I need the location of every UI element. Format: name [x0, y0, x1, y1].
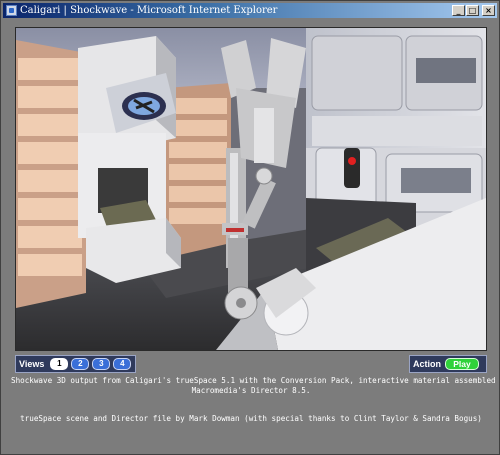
action-label: Action [413, 359, 441, 369]
view-button-1[interactable]: 1 [50, 358, 69, 370]
caption-line-1: Shockwave 3D output from Caligari's true… [11, 376, 500, 385]
action-group: Action Play [409, 355, 487, 373]
shockwave-3d-viewport[interactable] [15, 27, 487, 351]
3d-scene-render [16, 28, 486, 350]
views-group: Views 1 2 3 4 [15, 355, 136, 373]
close-button[interactable]: × [482, 5, 495, 16]
views-label: Views [19, 359, 45, 369]
play-button[interactable]: Play [445, 358, 479, 370]
maximize-button[interactable]: □ [466, 5, 479, 16]
window-title: Caligari | Shockwave - Microsoft Interne… [20, 5, 278, 16]
view-button-2[interactable]: 2 [71, 358, 90, 370]
left-wood-wall [16, 40, 86, 308]
browser-window: Caligari | Shockwave - Microsoft Interne… [0, 0, 500, 455]
window-controls: _ □ × [452, 5, 495, 16]
monitor-pedestal [78, 36, 181, 283]
minimize-button[interactable]: _ [452, 5, 465, 16]
control-bar: Views 1 2 3 4 Action Play [15, 355, 487, 373]
caption-line-2: Macromedia's Director 8.5. [191, 386, 311, 395]
caption-credits: trueSpace scene and Director file by Mar… [20, 414, 482, 423]
title-bar[interactable]: Caligari | Shockwave - Microsoft Interne… [3, 3, 497, 18]
view-button-3[interactable]: 3 [92, 358, 111, 370]
ie-page-icon [6, 5, 17, 16]
view-button-4[interactable]: 4 [113, 358, 132, 370]
hal-eye-icon [348, 157, 356, 165]
